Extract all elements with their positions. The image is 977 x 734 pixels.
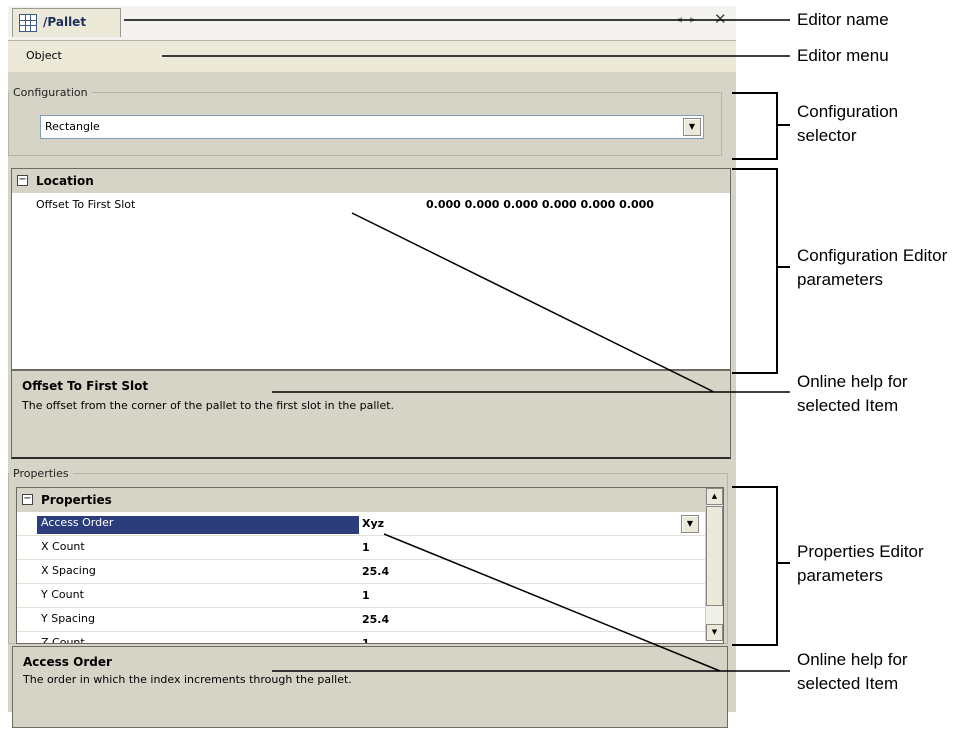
bracket-tick [776,266,790,268]
bracket-configuration-params [732,168,778,374]
leader-offset-row [351,212,715,393]
bracket-properties-params [732,486,778,646]
annotation-props-params-line2: parameters [797,566,883,585]
annotation-editor-menu: Editor menu [797,46,889,65]
annotation-config-params-line2: parameters [797,270,883,289]
annotation-online-help-a-line1: Online help for [797,372,908,391]
annotation-config-selector-line2: selector [797,126,857,145]
bracket-tick [776,124,790,126]
annotation-editor-name: Editor name [797,10,889,29]
annotation-props-params-line1: Properties Editor [797,542,924,561]
leader-access-order-row [383,533,721,672]
bracket-tick [776,562,790,564]
bracket-configuration-selector [732,92,778,160]
annotation-online-help-b-line1: Online help for [797,650,908,669]
annotation-online-help-a-line2: selected Item [797,396,899,415]
annotation-online-help-b-line2: selected Item [797,674,899,693]
annotation-config-selector-line1: Configuration [797,102,899,121]
annotation-config-params-line1: Configuration Editor [797,246,948,265]
